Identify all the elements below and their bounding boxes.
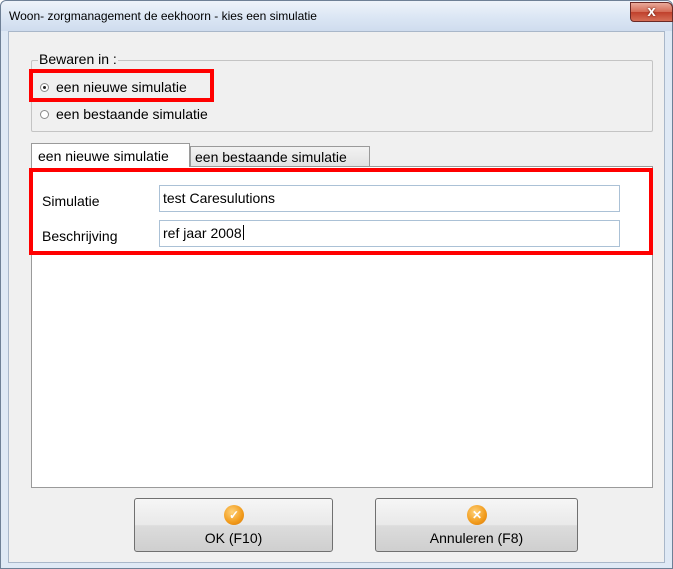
- tab-existing-simulation[interactable]: een bestaande simulatie: [190, 146, 370, 166]
- ok-button[interactable]: ✓ OK (F10): [134, 498, 333, 552]
- radio-existing-simulation-label: een bestaande simulatie: [56, 106, 208, 122]
- radio-button-unchecked-icon[interactable]: [40, 109, 49, 119]
- red-highlight-form: [29, 168, 653, 255]
- radio-existing-simulation[interactable]: een bestaande simulatie: [40, 106, 208, 122]
- save-in-label: Bewaren in :: [38, 51, 118, 67]
- close-icon: x: [647, 3, 656, 20]
- ok-button-label: OK (F10): [204, 530, 263, 546]
- cancel-button[interactable]: ✕ Annuleren (F8): [375, 498, 578, 552]
- window-title: Woon- zorgmanagement de eekhoorn - kies …: [9, 9, 317, 23]
- tab-existing-simulation-label: een bestaande simulatie: [195, 149, 347, 165]
- check-circle-icon: ✓: [224, 505, 244, 525]
- red-highlight-radio: [29, 69, 214, 102]
- cancel-button-label: Annuleren (F8): [429, 530, 524, 546]
- cancel-circle-icon: ✕: [467, 505, 487, 525]
- tab-new-simulation[interactable]: een nieuwe simulatie: [31, 143, 190, 167]
- close-button[interactable]: x: [630, 2, 673, 22]
- title-bar[interactable]: Woon- zorgmanagement de eekhoorn - kies …: [1, 1, 673, 31]
- tab-new-simulation-label: een nieuwe simulatie: [38, 148, 169, 164]
